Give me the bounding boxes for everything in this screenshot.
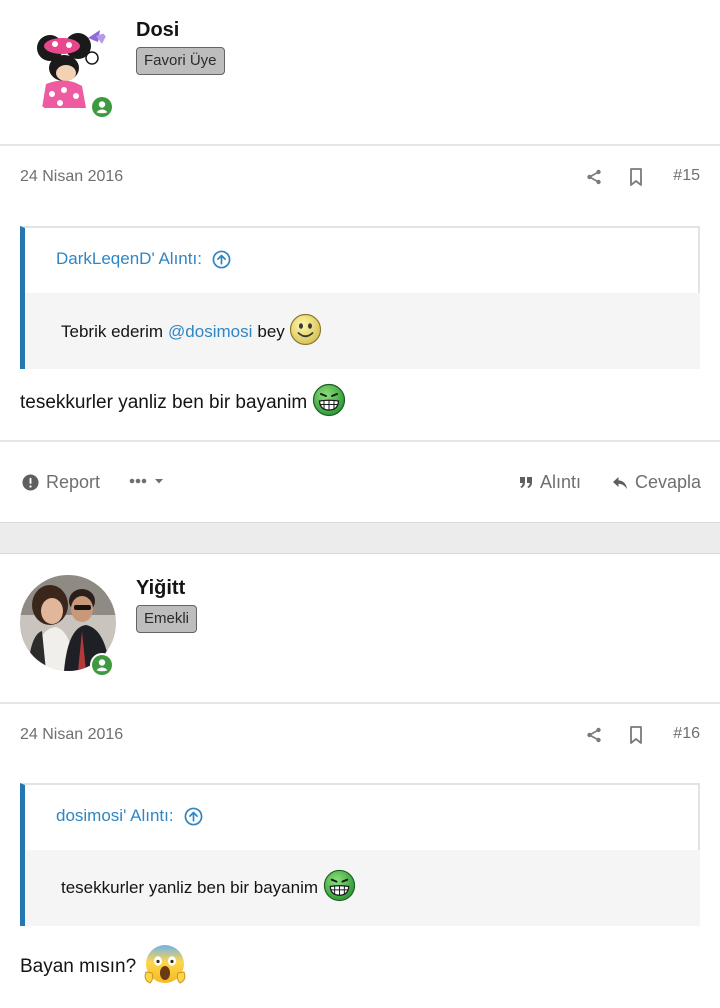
share-icon[interactable] (584, 725, 604, 745)
more-options-button[interactable] (129, 472, 169, 490)
report-label: Report (46, 472, 101, 492)
quote-header[interactable]: dosimosi' Alıntı: (56, 806, 203, 826)
arrow-up-circle-icon[interactable] (212, 250, 231, 269)
quote-text-body: tesekkurler yanliz ben bir bayanim (61, 878, 319, 897)
online-status-icon (90, 653, 114, 677)
post-16: Yiğitt Emekli 24 Nisan 2016 #16 dosimosi… (0, 554, 720, 1008)
blockquote: dosimosi' Alıntı: tesekkurler yanliz ben… (20, 783, 700, 926)
post-number[interactable]: #15 (673, 167, 700, 185)
more-dots-icon (129, 478, 163, 484)
post-15: Dosi Favori Üye 24 Nisan 2016 #15 DarkLe… (0, 0, 720, 522)
quote-header[interactable]: DarkLeqenD' Alıntı: (56, 249, 231, 269)
quote-label: Alıntı (540, 472, 582, 492)
grin-emoji-icon (323, 869, 356, 907)
post-body-text: Bayan mısın? (20, 956, 137, 977)
post-number[interactable]: #16 (673, 725, 700, 743)
quote-text-after: bey (257, 322, 285, 341)
quote-text: Tebrik ederim @dosimosi bey (61, 313, 322, 351)
post-actions-bar: Report Alıntı Cevapla (0, 440, 720, 522)
username[interactable]: Yiğitt (136, 577, 185, 600)
report-icon (22, 474, 39, 491)
post-body-text: tesekkurler yanliz ben bir bayanim (20, 392, 308, 413)
quote-text-before: Tebrik ederim (61, 322, 164, 341)
share-icon[interactable] (584, 167, 604, 187)
user-title-badge: Emekli (136, 605, 198, 633)
post-separator (0, 522, 720, 554)
quote-marks-icon (519, 476, 533, 489)
bookmark-icon[interactable] (626, 725, 646, 745)
user-block: Yiğitt Emekli (0, 554, 720, 704)
reply-label: Cevapla (635, 472, 702, 492)
blockquote: DarkLeqenD' Alıntı: Tebrik ederim @dosim… (20, 226, 700, 369)
smile-emoji-icon (289, 313, 322, 351)
quote-author: DarkLeqenD' Alıntı: (56, 249, 202, 268)
quote-body: Tebrik ederim @dosimosi bey (20, 293, 700, 369)
post-date[interactable]: 24 Nisan 2016 (20, 168, 123, 186)
reply-arrow-icon (612, 476, 628, 490)
bookmark-icon[interactable] (626, 167, 646, 187)
quote-author: dosimosi' Alıntı: (56, 806, 174, 825)
post-date[interactable]: 24 Nisan 2016 (20, 726, 123, 744)
report-button[interactable]: Report (22, 472, 100, 493)
username[interactable]: Dosi (136, 19, 179, 42)
reply-button[interactable]: Cevapla (612, 472, 701, 493)
grin-emoji-icon (312, 383, 346, 423)
user-title-badge: Favori Üye (136, 47, 225, 75)
quote-reply-button[interactable]: Alıntı (519, 472, 581, 493)
user-block: Dosi Favori Üye (0, 0, 720, 146)
mention-link[interactable]: @dosimosi (168, 322, 252, 342)
quote-text: tesekkurler yanliz ben bir bayanim (61, 869, 356, 907)
online-status-icon (90, 95, 114, 119)
arrow-up-circle-icon[interactable] (184, 807, 203, 826)
post-content: Bayan mısın? (20, 942, 186, 992)
quote-body: tesekkurler yanliz ben bir bayanim (20, 850, 700, 926)
screaming-face-emoji-icon (144, 942, 186, 992)
post-content: tesekkurler yanliz ben bir bayanim (20, 383, 346, 423)
